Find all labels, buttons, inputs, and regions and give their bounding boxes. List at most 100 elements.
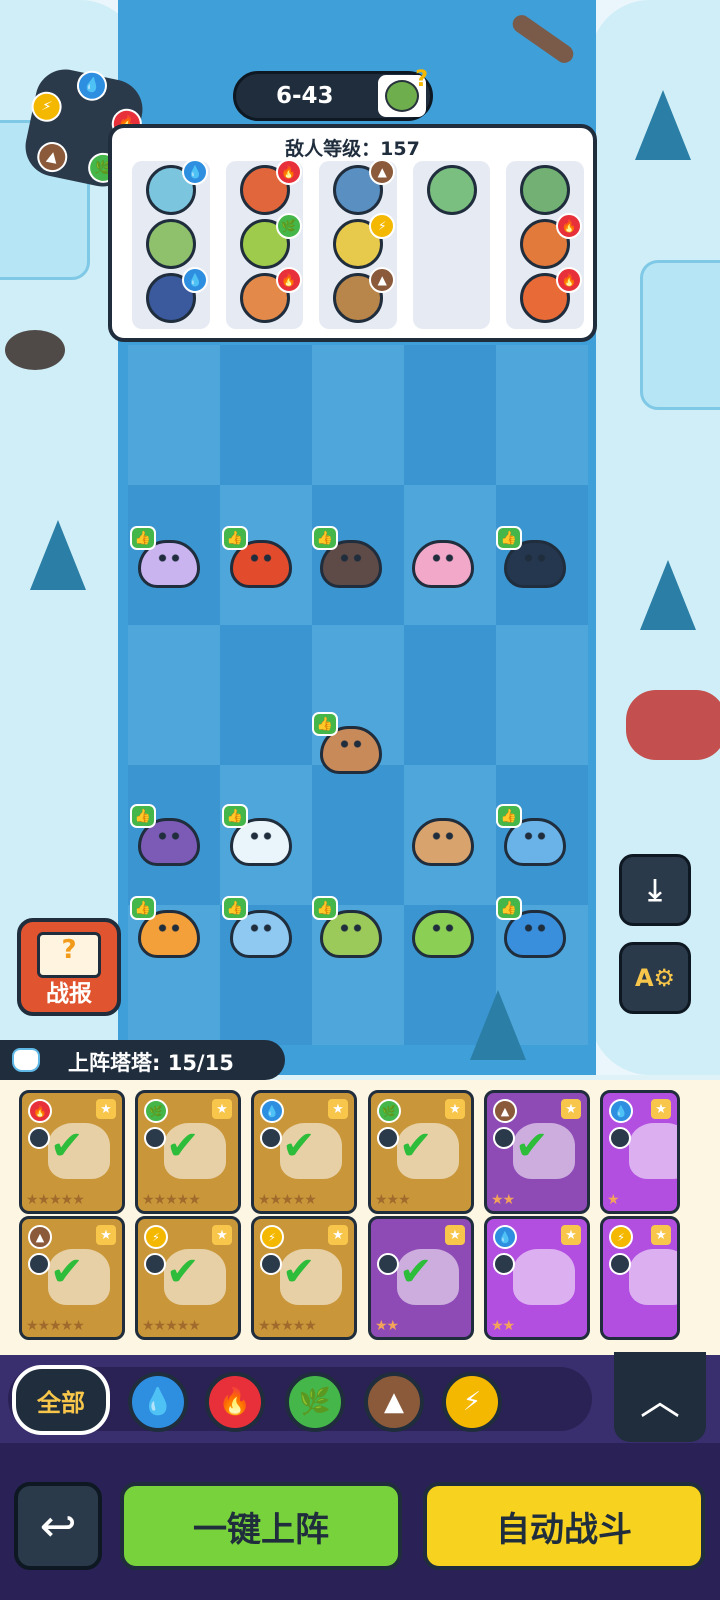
check-icon: ✔ [399, 1249, 433, 1295]
thumbs-up-icon: 👍 [496, 804, 522, 828]
star-level: ★★★★★ [258, 1192, 317, 1208]
filter-earth-button[interactable]: ▲ [364, 1372, 424, 1432]
enemy-level: 敌人等级：157 [285, 138, 420, 160]
unit-eyes [338, 740, 364, 748]
pet-card[interactable]: 🌿 ★ ✔ ★★★★★ [135, 1090, 241, 1214]
rarity-star-icon: ★ [96, 1225, 116, 1245]
class-icon [609, 1253, 631, 1275]
one-click-deploy-button[interactable]: 一键上阵 [120, 1482, 402, 1570]
pet-card[interactable]: ⚡ ★ ✔ ★★★★★ [135, 1216, 241, 1340]
unit-lion[interactable]: 👍 [130, 896, 206, 960]
water-icon: 💧 [609, 1099, 633, 1123]
earth-icon: ▲ [369, 159, 396, 185]
check-icon: ✔ [166, 1123, 200, 1169]
thumbs-up-icon: 👍 [130, 896, 156, 920]
unit-robo-cat[interactable]: 👍 [222, 804, 298, 868]
pet-card[interactable]: 💧 ★ ★ [600, 1090, 680, 1214]
enemy-portrait[interactable] [146, 219, 196, 269]
battle-report-button[interactable]: ? 战报 [17, 918, 121, 1016]
filter-electric-button[interactable]: ⚡ [442, 1372, 502, 1432]
pet-card[interactable]: 🌿 ★ ✔ ★★★ [368, 1090, 474, 1214]
pet-portrait [629, 1123, 677, 1179]
thumbs-up-icon: 👍 [496, 526, 522, 550]
back-button[interactable]: ↩ [14, 1482, 102, 1570]
pet-card[interactable]: ★ ✔ ★★ [368, 1216, 474, 1340]
unit-eyes [156, 924, 182, 932]
board-tile[interactable] [128, 625, 220, 765]
board-tile[interactable] [496, 345, 588, 485]
pet-card[interactable]: ▲ ★ ✔ ★★ [484, 1090, 590, 1214]
unit-purple-fox[interactable]: 👍 [130, 526, 206, 590]
unit-water-spirit[interactable]: 👍 [222, 896, 298, 960]
unit-sloth[interactable]: 👍 [312, 712, 388, 776]
unit-snail[interactable] [404, 804, 480, 868]
earth-icon: ▲ [493, 1099, 517, 1123]
unit-penguin[interactable]: 👍 [496, 526, 572, 590]
star-level: ★★★ [375, 1192, 411, 1208]
unit-rock-dino[interactable]: 👍 [312, 526, 388, 590]
thumbs-up-icon: 👍 [312, 896, 338, 920]
unit-eyes [522, 832, 548, 840]
pine-tree [30, 520, 86, 590]
unit-eyes [338, 554, 364, 562]
tire [5, 330, 65, 370]
unit-eyes [248, 832, 274, 840]
unit-blue-dragon[interactable]: 👍 [496, 896, 572, 960]
pet-card[interactable]: 🔥 ★ ✔ ★★★★★ [19, 1090, 125, 1214]
thumbs-up-icon: 👍 [312, 712, 338, 736]
board-tile[interactable] [220, 345, 312, 485]
pet-card[interactable]: ⚡ ★ [600, 1216, 680, 1340]
unit-berry-cat[interactable]: 👍 [312, 896, 388, 960]
unit-eyes [248, 924, 274, 932]
unit-purple-bull[interactable]: 👍 [130, 804, 206, 868]
roster-panel: 🔥 ★ ✔ ★★★★★ 🌿 ★ ✔ ★★★★★ 💧 ★ ✔ ★★★★★ 🌿 ★ ✔ ★★★ ▲ ★ ✔ ★★ 💧 ★ ★ ▲ ★… [0, 1080, 720, 1355]
clipboard-icon: ? [37, 932, 101, 978]
unit-eyes [522, 924, 548, 932]
enemy-portrait[interactable] [426, 165, 477, 215]
filter-grass-button[interactable]: 🌿 [285, 1372, 345, 1432]
board-tile[interactable] [128, 345, 220, 485]
rarity-star-icon: ★ [96, 1099, 116, 1119]
auto-battle-button[interactable]: 自动战斗 [423, 1482, 705, 1570]
stage-indicator: 6-43 ? [233, 67, 433, 121]
board-tile[interactable] [404, 345, 496, 485]
pet-card[interactable]: ▲ ★ ✔ ★★★★★ [19, 1216, 125, 1340]
pet-card[interactable]: 💧 ★ ✔ ★★★★★ [251, 1090, 357, 1214]
filter-all-button[interactable]: 全部 [12, 1365, 110, 1435]
thumbs-up-icon: 👍 [222, 526, 248, 550]
rarity-star-icon: ★ [445, 1099, 465, 1119]
fire-icon: 🔥 [275, 267, 302, 293]
collapse-button[interactable]: ︿ [614, 1352, 706, 1442]
download-button[interactable]: ⤓ [619, 854, 691, 926]
auto-settings-button[interactable]: A⚙ [619, 942, 691, 1014]
pet-portrait [629, 1249, 677, 1305]
unit-eyes [156, 554, 182, 562]
enemy-column: 🔥 🔥 [506, 161, 584, 329]
enemy-panel: 敌人等级：157 💧 💧 🔥 🌿 🔥 ▲ ⚡ ▲ 🔥 🔥 [108, 124, 597, 342]
filter-water-button[interactable]: 💧 [128, 1372, 188, 1432]
board-tile[interactable] [220, 625, 312, 765]
board-tile[interactable] [312, 765, 404, 905]
unit-pink-mantis[interactable] [404, 526, 480, 590]
thumbs-up-icon: 👍 [222, 804, 248, 828]
fire-icon: 🔥 [556, 213, 583, 239]
check-icon: ✔ [166, 1249, 200, 1295]
unit-fire-beast[interactable]: 👍 [222, 526, 298, 590]
unit-octopus[interactable]: 👍 [496, 804, 572, 868]
unit-eyes [338, 924, 364, 932]
unit-sprout[interactable] [404, 896, 480, 960]
enemy-columns: 💧 💧 🔥 🌿 🔥 ▲ ⚡ ▲ 🔥 🔥 [132, 159, 584, 329]
board-tile[interactable] [312, 345, 404, 485]
pet-card[interactable]: ⚡ ★ ✔ ★★★★★ [251, 1216, 357, 1340]
star-level: ★★ [491, 1318, 515, 1334]
electric-icon: ⚡ [609, 1225, 633, 1249]
board-tile[interactable] [496, 625, 588, 765]
board-tile[interactable] [404, 625, 496, 765]
enemy-portrait[interactable] [520, 165, 571, 215]
rarity-star-icon: ★ [561, 1225, 581, 1245]
cat-icon [12, 1048, 40, 1072]
boss-icon[interactable]: ? [378, 67, 428, 117]
auto-battle-label: 自动战斗 [496, 1509, 632, 1550]
filter-fire-button[interactable]: 🔥 [205, 1372, 265, 1432]
pet-card[interactable]: 💧 ★ ★★ [484, 1216, 590, 1340]
